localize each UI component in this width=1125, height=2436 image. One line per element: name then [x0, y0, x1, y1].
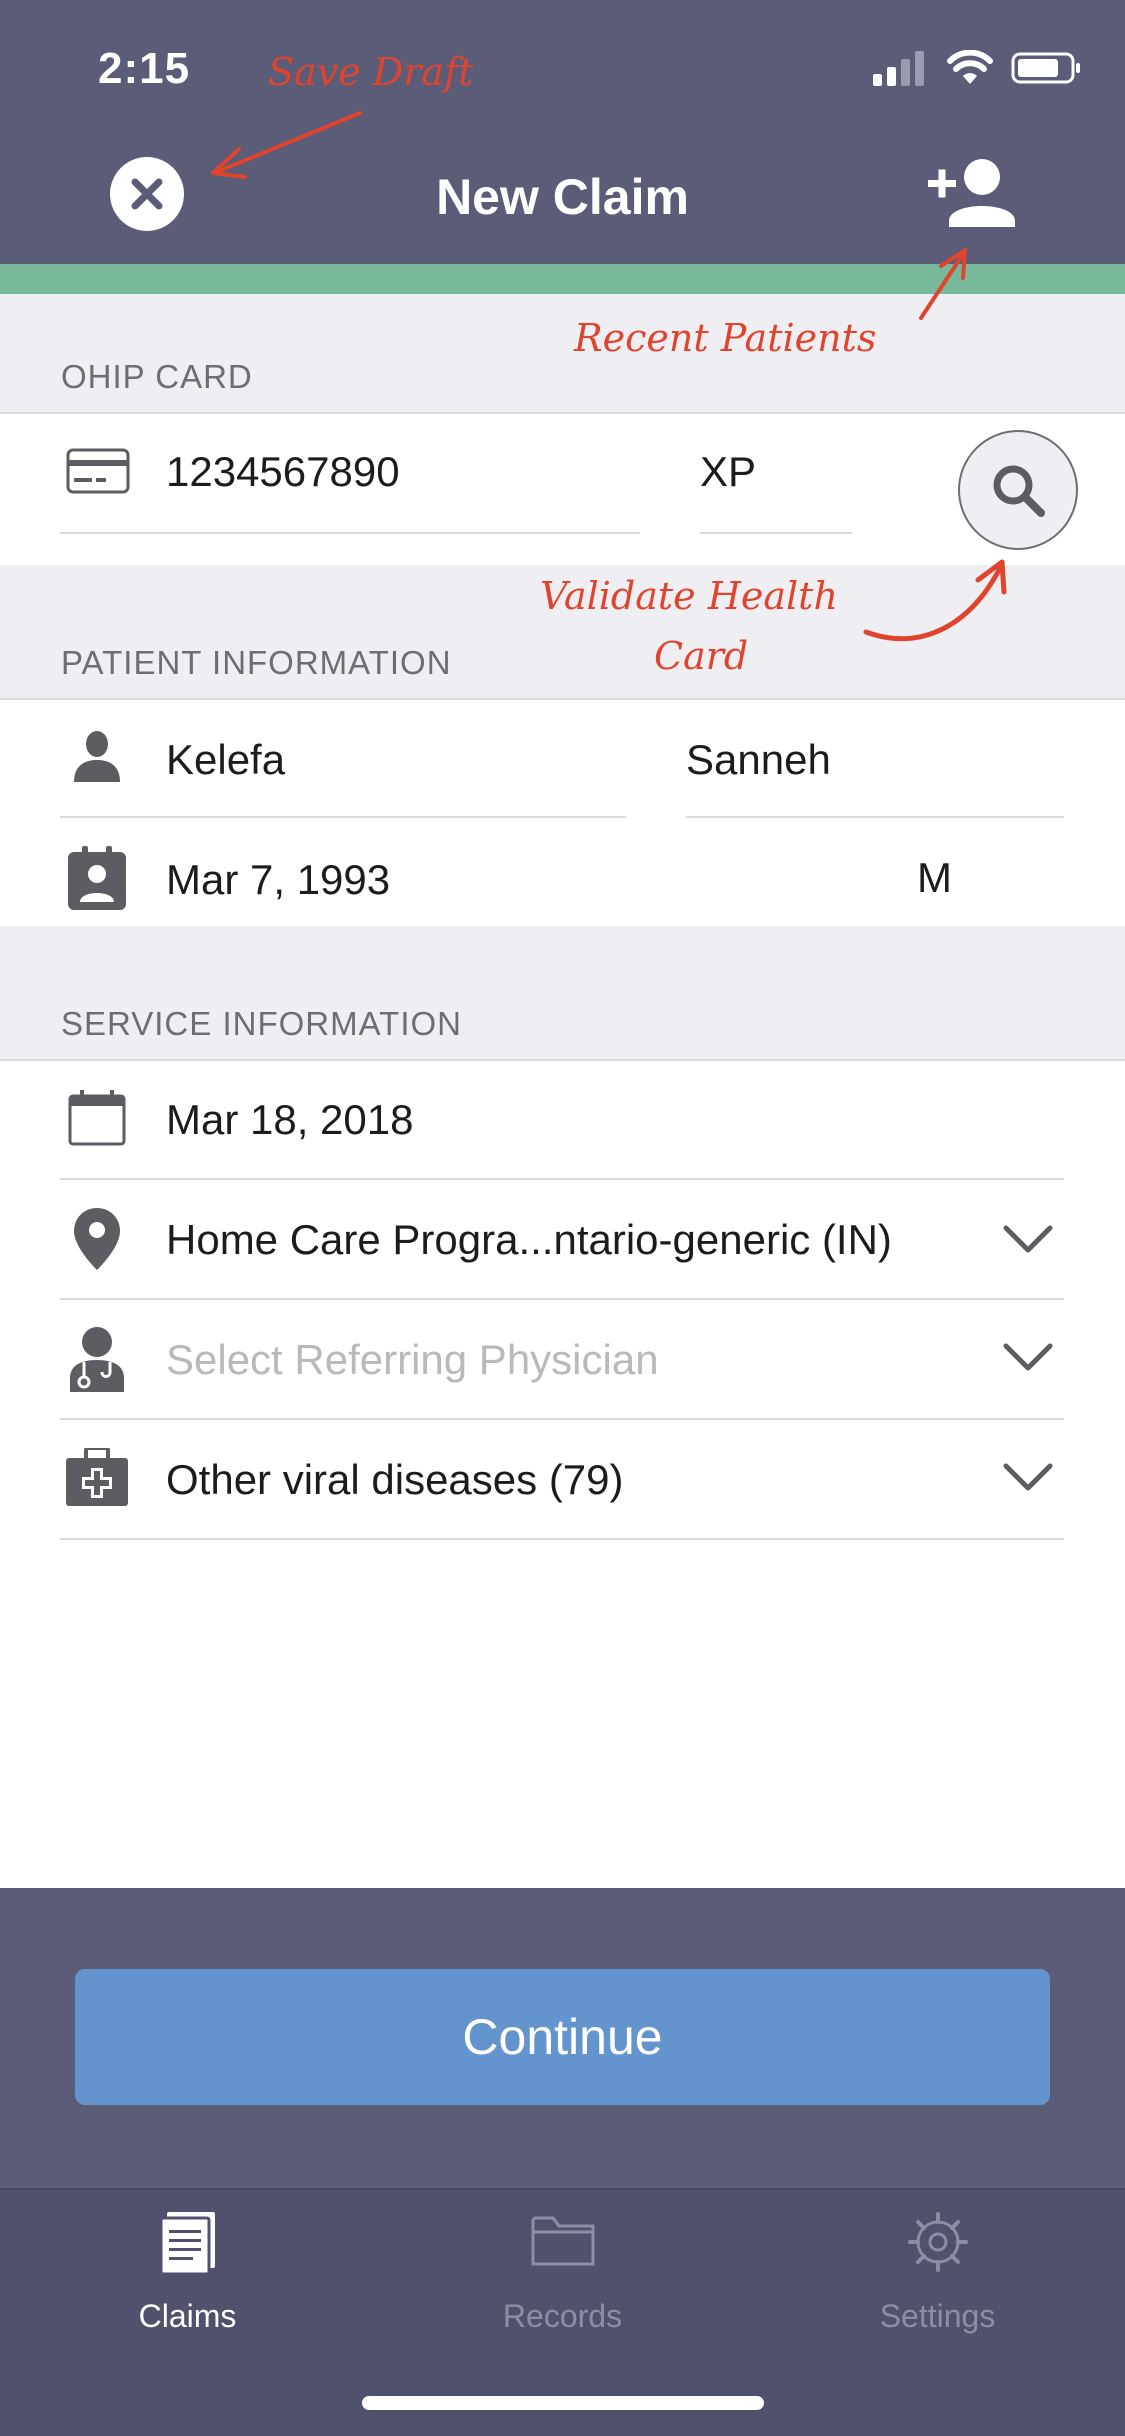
first-name-underline	[60, 816, 626, 818]
tab-label: Records	[502, 2298, 623, 2334]
annotation-validate-line2: Card	[654, 634, 749, 678]
doctor-icon	[70, 1327, 124, 1392]
ohip-section-label: OHIP CARD	[61, 358, 253, 395]
location-select[interactable]: Home Care Progra...ntario-generic (IN)	[166, 1216, 892, 1264]
nav-header: 2:15 New Claim	[0, 0, 1125, 264]
annotation-arrow-save-draft	[211, 111, 362, 179]
tab-label: Settings	[879, 2298, 996, 2334]
status-icons	[873, 50, 1083, 86]
divider	[60, 1418, 1064, 1420]
chevron-down-icon[interactable]	[1000, 1338, 1056, 1378]
version-code-underline	[700, 532, 852, 534]
recent-patients-button[interactable]	[925, 155, 1017, 235]
ohip-card-number-field[interactable]: 1234567890	[166, 448, 400, 496]
divider	[60, 1298, 1064, 1300]
birth-date-field[interactable]: Mar 7, 1993	[166, 856, 390, 904]
last-name-underline	[686, 816, 1064, 818]
add-person-icon	[928, 159, 1015, 227]
status-time: 2:15	[98, 44, 191, 93]
wifi-icon	[947, 50, 993, 84]
gear-icon	[907, 2212, 968, 2272]
calendar-icon	[68, 1090, 126, 1146]
tab-settings[interactable]: Settings	[750, 2190, 1125, 2360]
medical-kit-icon	[66, 1448, 128, 1506]
patient-section-label: PATIENT INFORMATION	[61, 644, 452, 681]
validate-health-card-button[interactable]	[958, 430, 1078, 550]
divider	[60, 1538, 1064, 1540]
first-name-field[interactable]: Kelefa	[166, 736, 285, 784]
divider	[0, 1059, 1125, 1061]
chevron-down-icon[interactable]	[1000, 1458, 1056, 1498]
location-pin-icon	[74, 1208, 120, 1270]
tab-label: Claims	[138, 2298, 237, 2334]
cellular-signal-icon	[873, 51, 924, 86]
annotation-validate-line1: Validate Health	[540, 574, 838, 618]
chevron-down-icon[interactable]	[1000, 1220, 1056, 1260]
tab-claims[interactable]: Claims	[0, 2190, 375, 2360]
annotation-save-draft: Save Draft	[268, 50, 474, 94]
search-icon	[993, 465, 1045, 517]
claims-icon	[159, 2212, 215, 2274]
divider	[0, 412, 1125, 414]
service-date-field[interactable]: Mar 18, 2018	[166, 1096, 414, 1144]
last-name-field[interactable]: Sanneh	[686, 736, 831, 784]
contact-card-icon	[68, 846, 126, 910]
version-code-field[interactable]: XP	[700, 448, 756, 496]
tab-records[interactable]: Records	[375, 2190, 750, 2360]
card-number-underline	[60, 532, 640, 534]
divider	[60, 1178, 1064, 1180]
folder-icon	[531, 2216, 594, 2266]
credit-card-icon	[66, 448, 130, 494]
home-indicator	[362, 2396, 764, 2410]
service-section-label: SERVICE INFORMATION	[61, 1005, 462, 1042]
battery-icon	[1011, 52, 1080, 84]
annotation-recent-patients: Recent Patients	[574, 316, 877, 360]
annotation-arrow-validate	[863, 559, 1007, 642]
continue-button[interactable]: Continue	[75, 1969, 1050, 2105]
referring-physician-select[interactable]: Select Referring Physician	[166, 1336, 659, 1384]
sex-field[interactable]: M	[917, 854, 952, 902]
person-icon	[74, 731, 120, 782]
diagnosis-select[interactable]: Other viral diseases (79)	[166, 1456, 624, 1504]
divider	[0, 698, 1125, 700]
annotation-arrow-recent-patients	[919, 248, 967, 320]
